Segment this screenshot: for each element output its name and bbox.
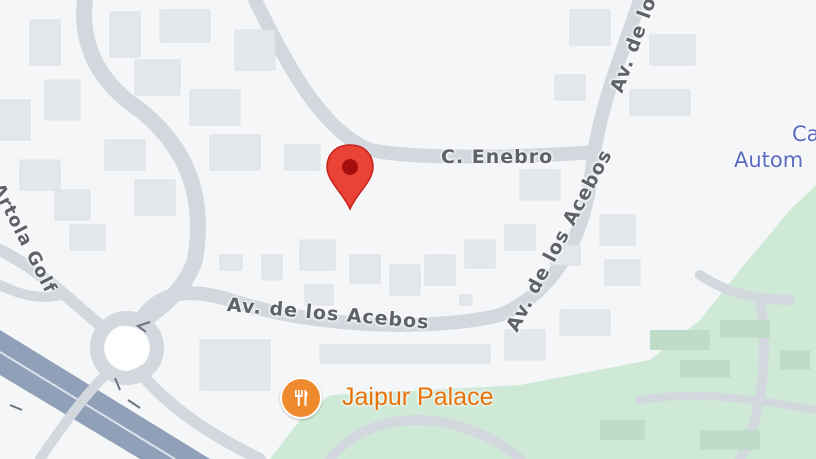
highway	[0, 330, 210, 459]
street-label-c-enebro: C. Enebro	[441, 146, 554, 168]
partial-place-label-line2: Autom	[734, 148, 804, 172]
poi-label-jaipur-palace[interactable]: Jaipur Palace	[342, 383, 493, 412]
partial-place-label-line1: Ca	[792, 122, 816, 146]
pin-shape	[326, 144, 374, 211]
fork-knife-icon	[295, 390, 308, 406]
restaurant-icon[interactable]	[280, 377, 322, 419]
map-canvas[interactable]: C. Enebro Av. de los Acebos Av. de los A…	[0, 0, 816, 459]
location-pin-icon[interactable]	[323, 143, 377, 213]
